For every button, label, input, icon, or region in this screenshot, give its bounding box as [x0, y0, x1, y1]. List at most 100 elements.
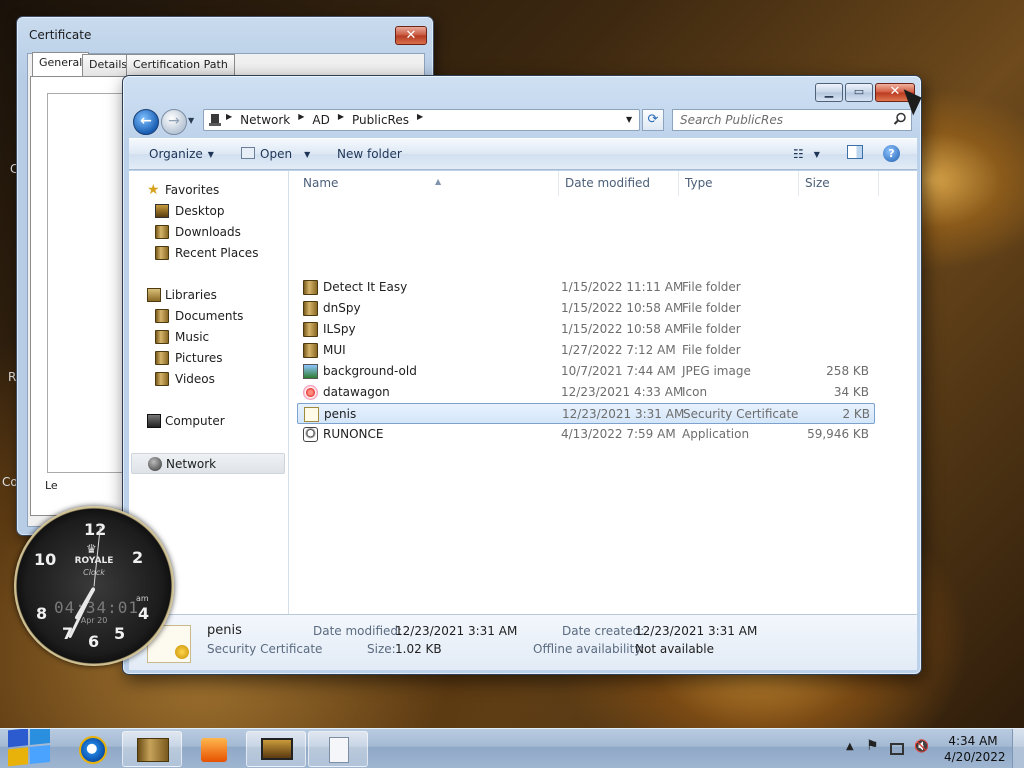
- list-item[interactable]: dnSpy 1/15/2022 10:58 AM File folder: [297, 298, 875, 319]
- nav-pictures[interactable]: Pictures: [129, 348, 287, 369]
- view-icon: ☷: [793, 147, 804, 161]
- help-button[interactable]: ?: [883, 145, 900, 162]
- desktop-icon: [155, 204, 169, 218]
- volume-muted-icon[interactable]: 🔇: [914, 739, 930, 755]
- nav-libraries[interactable]: Libraries: [129, 285, 287, 306]
- preview-pane-button[interactable]: [847, 145, 863, 162]
- details-size-value: 1.02 KB: [395, 642, 442, 656]
- breadcrumb-network[interactable]: Network: [240, 113, 290, 127]
- organize-button[interactable]: Organize ▼: [149, 147, 214, 161]
- details-created-value: 12/23/2021 3:31 AM: [635, 624, 758, 638]
- column-header-name[interactable]: Name ▲: [297, 171, 559, 196]
- chevron-right-icon[interactable]: ▶: [338, 112, 344, 126]
- nav-recent-places[interactable]: Recent Places: [129, 243, 287, 264]
- action-center-flag-icon[interactable]: ⚑: [866, 738, 882, 754]
- file-size: 59,946 KB: [807, 427, 869, 441]
- system-clock[interactable]: 4:34 AM 4/20/2022: [944, 733, 1006, 765]
- music-icon: [155, 330, 169, 344]
- nav-videos[interactable]: Videos: [129, 369, 287, 390]
- media-player-icon: [201, 738, 227, 762]
- taskbar-explorer[interactable]: [122, 731, 182, 767]
- breadcrumb-publicres[interactable]: PublicRes: [352, 113, 409, 127]
- nav-desktop[interactable]: Desktop: [129, 201, 287, 222]
- close-button[interactable]: ✕: [395, 26, 427, 45]
- forward-button[interactable]: →: [161, 109, 187, 135]
- network-tray-icon[interactable]: [890, 741, 906, 757]
- file-type: Icon: [682, 385, 708, 399]
- taskbar-internet-explorer[interactable]: [62, 731, 122, 767]
- preview-pane-icon: [847, 145, 863, 159]
- nav-documents[interactable]: Documents: [129, 306, 287, 327]
- list-item[interactable]: background-old 10/7/2021 7:44 AM JPEG im…: [297, 361, 875, 382]
- nav-label: Downloads: [175, 225, 241, 239]
- nav-favorites[interactable]: ★ Favorites: [129, 180, 287, 201]
- back-button[interactable]: ←: [133, 109, 159, 135]
- open-file-icon: [241, 147, 255, 159]
- file-date: 1/27/2022 7:12 AM: [561, 343, 676, 357]
- document-icon: [329, 737, 349, 763]
- list-item-selected[interactable]: penis 12/23/2021 3:31 AM Security Certif…: [297, 403, 875, 424]
- file-type: File folder: [682, 343, 741, 357]
- nav-label: Computer: [165, 414, 225, 428]
- help-icon: ?: [883, 145, 900, 162]
- list-item[interactable]: RUNONCE 4/13/2022 7:59 AM Application 59…: [297, 424, 875, 445]
- clock-date: 4/20/2022: [944, 750, 1006, 764]
- minimize-button[interactable]: ▁: [815, 83, 843, 102]
- nav-computer[interactable]: Computer: [129, 411, 287, 432]
- open-label: Open: [260, 147, 293, 161]
- chevron-right-icon[interactable]: ▶: [417, 112, 423, 126]
- nav-label: Videos: [175, 372, 215, 386]
- nav-network[interactable]: Network: [131, 453, 285, 474]
- tab-certification-path[interactable]: Certification Path: [126, 54, 235, 76]
- tab-general[interactable]: General: [32, 52, 90, 76]
- show-desktop-button[interactable]: [1012, 729, 1024, 768]
- show-hidden-icons-icon[interactable]: ▲: [846, 741, 862, 757]
- seal-icon: [175, 645, 189, 659]
- nav-downloads[interactable]: Downloads: [129, 222, 287, 243]
- nav-label: Recent Places: [175, 246, 259, 260]
- clock-gadget[interactable]: 12 2 4 5 6 7 8 10 ♛ ROYALE Clock 04:34:0…: [14, 506, 174, 666]
- start-button[interactable]: [2, 729, 56, 768]
- clipped-label: Le: [45, 479, 58, 492]
- search-input[interactable]: Search PublicRes: [672, 109, 912, 131]
- chevron-down-icon[interactable]: ▼: [626, 115, 632, 124]
- view-options-button[interactable]: ☷ ▼: [793, 147, 820, 161]
- open-button[interactable]: Open ▼: [241, 147, 310, 161]
- search-icon[interactable]: [893, 112, 907, 126]
- file-date: 10/7/2021 7:44 AM: [561, 364, 676, 378]
- explorer-window[interactable]: ▁ ▭ ✕ ← → ▼ ▶ Network ▶ AD ▶ PublicRes ▶…: [122, 75, 922, 675]
- file-size: 2 KB: [842, 407, 870, 421]
- taskbar: ▲ ⚑ 🔇 4:34 AM 4/20/2022: [0, 728, 1024, 768]
- clock-numeral: 10: [34, 550, 57, 569]
- new-folder-button[interactable]: New folder: [337, 147, 402, 161]
- column-header-size[interactable]: Size: [799, 171, 879, 196]
- column-header-type[interactable]: Type: [679, 171, 799, 196]
- list-item[interactable]: ILSpy 1/15/2022 10:58 AM File folder: [297, 319, 875, 340]
- taskbar-remote-desktop[interactable]: [246, 731, 306, 767]
- clock-time: 4:34 AM: [948, 734, 998, 748]
- organize-label: Organize: [149, 147, 203, 161]
- details-modified-value: 12/23/2021 3:31 AM: [395, 624, 518, 638]
- file-type: Application: [682, 427, 750, 441]
- nav-label: Network: [166, 457, 217, 471]
- list-item[interactable]: Detect It Easy 1/15/2022 11:11 AM File f…: [297, 277, 875, 298]
- address-bar[interactable]: ▶ Network ▶ AD ▶ PublicRes ▶ ▼: [203, 109, 640, 131]
- explorer-icon: [137, 738, 169, 762]
- list-item[interactable]: MUI 1/27/2022 7:12 AM File folder: [297, 340, 875, 361]
- file-date: 1/15/2022 10:58 AM: [561, 322, 684, 336]
- downloads-folder-icon: [155, 225, 169, 239]
- file-name: penis: [324, 407, 357, 421]
- maximize-button[interactable]: ▭: [845, 83, 873, 102]
- refresh-button[interactable]: ⟳: [642, 109, 664, 131]
- list-item[interactable]: datawagon 12/23/2021 4:33 AM Icon 34 KB: [297, 382, 875, 403]
- nav-music[interactable]: Music: [129, 327, 287, 348]
- column-header-date[interactable]: Date modified: [559, 171, 679, 196]
- nav-label: Documents: [175, 309, 244, 323]
- breadcrumb-ad[interactable]: AD: [312, 113, 329, 127]
- taskbar-certificate[interactable]: [308, 731, 368, 767]
- chevron-right-icon[interactable]: ▶: [226, 112, 232, 126]
- taskbar-media-player[interactable]: [184, 731, 244, 767]
- search-placeholder: Search PublicRes: [680, 113, 784, 127]
- chevron-right-icon[interactable]: ▶: [298, 112, 304, 126]
- recent-pages-dropdown[interactable]: ▼: [188, 116, 194, 125]
